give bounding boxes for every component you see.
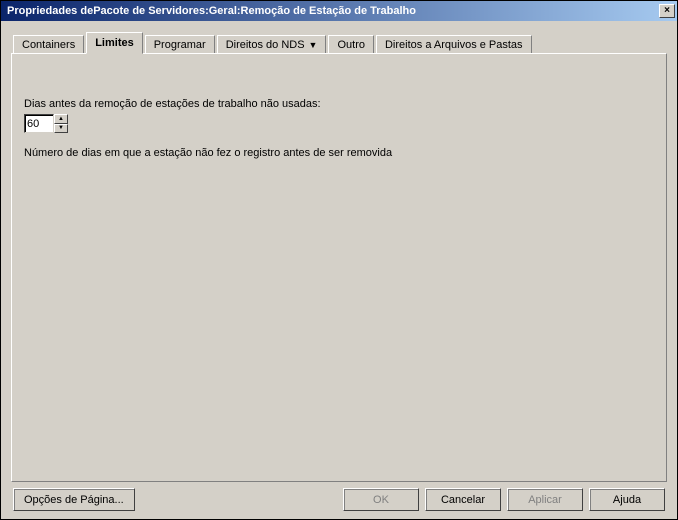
properties-window: Propriedades dePacote de Servidores:Gera…: [0, 0, 678, 520]
spinner-up-button[interactable]: ▲: [54, 114, 68, 124]
help-button[interactable]: Ajuda: [589, 488, 665, 511]
apply-button[interactable]: Aplicar: [507, 488, 583, 511]
button-bar-right: OK Cancelar Aplicar Ajuda: [343, 488, 665, 511]
tab-label: Programar: [154, 39, 206, 51]
titlebar-text: Propriedades dePacote de Servidores:Gera…: [3, 5, 416, 17]
triangle-down-icon: ▼: [58, 125, 64, 131]
spinner-buttons: ▲ ▼: [54, 114, 68, 133]
tab-programar[interactable]: Programar: [145, 35, 215, 54]
tab-panel: Dias antes da remoção de estações de tra…: [11, 53, 667, 482]
tab-label: Limites: [95, 37, 134, 49]
triangle-up-icon: ▲: [58, 116, 64, 122]
tab-label: Direitos a Arquivos e Pastas: [385, 39, 523, 51]
days-spinner: ▲ ▼: [24, 114, 68, 133]
tabs-container: Containers Limites Programar Direitos do…: [11, 31, 667, 53]
ok-button[interactable]: OK: [343, 488, 419, 511]
button-bar: Opções de Página... OK Cancelar Aplicar …: [11, 482, 667, 513]
tab-label: Direitos do NDS: [226, 39, 305, 51]
tabs-row: Containers Limites Programar Direitos do…: [11, 31, 667, 53]
description-text: Número de dias em que a estação não fez …: [24, 147, 654, 159]
label-days-before-removal: Dias antes da remoção de estações de tra…: [24, 98, 654, 110]
spinner-down-button[interactable]: ▼: [54, 124, 68, 134]
titlebar: Propriedades dePacote de Servidores:Gera…: [1, 1, 677, 21]
button-bar-left: Opções de Página...: [13, 488, 135, 511]
page-options-button[interactable]: Opções de Página...: [13, 488, 135, 511]
close-icon: ×: [664, 6, 670, 16]
close-button[interactable]: ×: [659, 4, 675, 18]
tab-direitos-arquivos[interactable]: Direitos a Arquivos e Pastas: [376, 35, 532, 54]
days-input[interactable]: [24, 114, 54, 133]
tab-label: Containers: [22, 39, 75, 51]
tab-limites[interactable]: Limites: [86, 32, 143, 54]
tab-containers[interactable]: Containers: [13, 35, 84, 54]
cancel-button[interactable]: Cancelar: [425, 488, 501, 511]
tab-outro[interactable]: Outro: [328, 35, 374, 54]
tab-label: Outro: [337, 39, 365, 51]
chevron-down-icon: ▼: [309, 40, 318, 50]
tab-direitos-nds[interactable]: Direitos do NDS ▼: [217, 35, 327, 54]
content-area: Containers Limites Programar Direitos do…: [1, 21, 677, 519]
